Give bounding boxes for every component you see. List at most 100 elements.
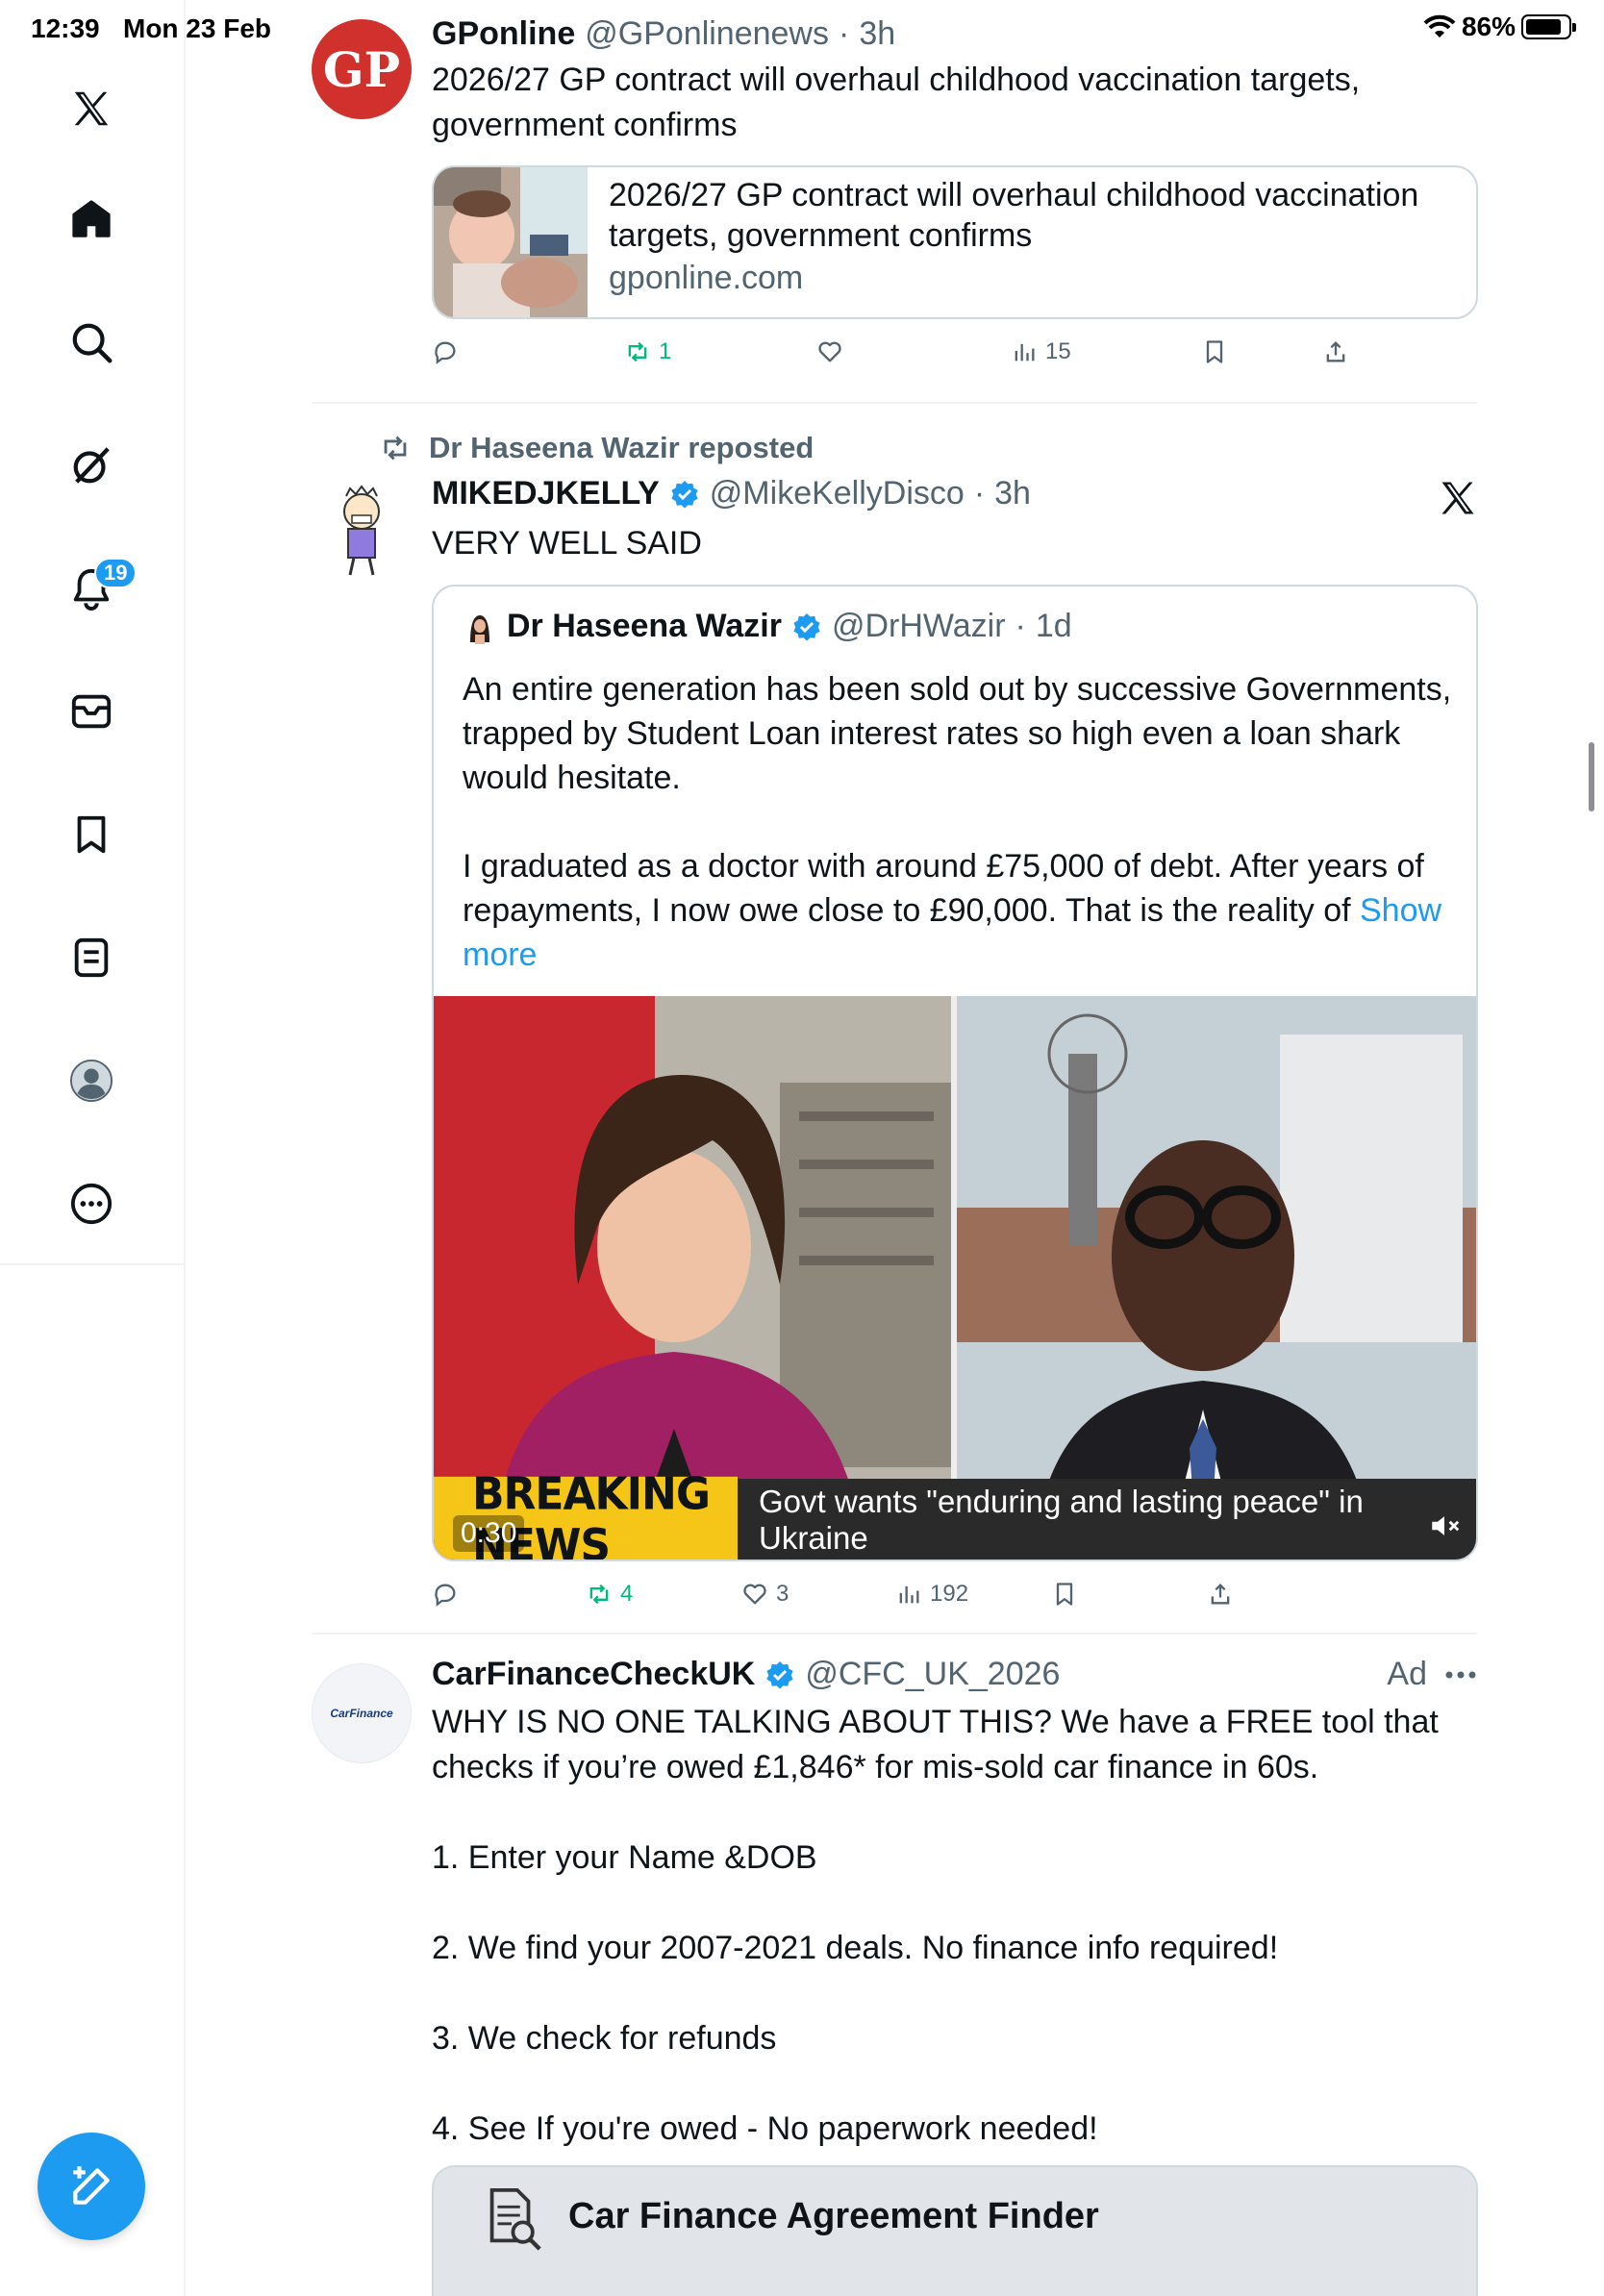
search-icon[interactable] [63, 314, 119, 370]
post-header: CarFinanceCheckUK @CFC_UK_2026 [432, 1656, 1060, 1693]
view-count: 15 [1045, 338, 1071, 364]
grok-icon[interactable] [63, 437, 119, 493]
avatar[interactable]: CarFinance [312, 1663, 412, 1763]
compose-icon [73, 2166, 110, 2205]
avatar-logo-text: CarFinance [330, 1707, 393, 1720]
heart-icon [818, 341, 841, 362]
document-search-icon [489, 2187, 541, 2251]
quote-time[interactable]: 1d [1036, 608, 1072, 645]
scrollbar[interactable] [1589, 742, 1594, 811]
repost-icon [384, 436, 407, 461]
views-button[interactable]: 192 [895, 1581, 968, 1608]
compose-button[interactable] [38, 2133, 145, 2240]
ad-card-title: Car Finance Agreement Finder [568, 2196, 1099, 2236]
author-name[interactable]: CarFinanceCheckUK [432, 1656, 755, 1693]
bookmark-icon [1056, 1583, 1073, 1606]
quote-author-handle[interactable]: @DrHWazir [832, 608, 1006, 645]
views-icon [1015, 343, 1035, 362]
post-header: MIKEDJKELLY @MikeKellyDisco · 3h [432, 475, 1031, 512]
repost-icon [589, 1584, 609, 1605]
sidebar-divider [0, 1263, 186, 1265]
more-icon[interactable] [63, 1176, 119, 1232]
video-player[interactable]: BREAKING NEWS Govt wants "enduring and l… [434, 996, 1476, 1560]
post-divider [312, 402, 1477, 404]
author-handle[interactable]: @CFC_UK_2026 [805, 1656, 1060, 1693]
share-icon [1326, 341, 1345, 362]
lists-icon[interactable] [63, 930, 119, 986]
link-card-domain: gponline.com [609, 260, 804, 296]
quote-body: An entire generation has been sold out b… [463, 671, 1452, 929]
mute-icon[interactable] [1428, 1510, 1461, 1542]
view-count: 192 [930, 1581, 969, 1607]
quote-tweet[interactable]: Dr Haseena Wazir @DrHWazir · 1d An entir… [432, 585, 1478, 1561]
bookmark-button[interactable] [1201, 338, 1228, 365]
verified-badge-icon [793, 612, 820, 641]
like-button[interactable]: 3 [741, 1581, 789, 1608]
heart-icon [743, 1584, 766, 1605]
post-ad-carfinance[interactable]: CarFinance CarFinanceCheckUK @CFC_UK_202… [312, 1656, 1478, 2296]
reposted-by[interactable]: Dr Haseena Wazir reposted [429, 431, 814, 465]
post-actions: 1 15 [432, 338, 1355, 377]
verified-badge-icon [671, 480, 698, 509]
dot-separator: · [839, 15, 850, 52]
post-actions: 4 3 192 [432, 1581, 1355, 1619]
dot-separator: · [973, 475, 986, 512]
ad-indicator: Ad [1387, 1656, 1477, 1693]
link-card[interactable]: 2026/27 GP contract will overhaul childh… [432, 165, 1478, 319]
avatar[interactable] [312, 479, 412, 579]
home-icon[interactable] [63, 191, 119, 247]
video-duration: 0:30 [453, 1515, 525, 1552]
share-icon [1211, 1584, 1230, 1605]
quote-text: An entire generation has been sold out b… [463, 667, 1453, 977]
quote-avatar[interactable] [463, 609, 497, 644]
post-text: WHY IS NO ONE TALKING ABOUT THIS? We hav… [432, 1704, 1439, 2147]
share-button[interactable] [1322, 338, 1349, 365]
post-text: 2026/27 GP contract will overhaul childh… [432, 62, 1361, 143]
like-button[interactable] [816, 338, 851, 365]
post-time[interactable]: 3h [859, 15, 895, 53]
messages-icon[interactable] [63, 684, 119, 739]
profile-icon[interactable] [63, 1053, 119, 1109]
repost-button[interactable]: 1 [624, 338, 671, 365]
views-button[interactable]: 15 [1011, 338, 1071, 365]
reply-icon [435, 1584, 456, 1607]
post-time[interactable]: 3h [994, 475, 1031, 512]
post-mikedjkelly[interactable]: Dr Haseena Wazir reposted MIKEDJKELLY @M… [312, 431, 1478, 1613]
battery-icon [1521, 14, 1576, 39]
repost-count: 4 [620, 1581, 634, 1607]
ad-card[interactable]: Car Finance Agreement Finder [432, 2165, 1478, 2296]
sidebar: 19 [0, 0, 186, 2296]
repost-button[interactable]: 4 [586, 1581, 633, 1608]
post-gponline[interactable]: GP GPonline @GPonlinenews · 3h 2026/27 G… [312, 15, 1478, 400]
repost-context: Dr Haseena Wazir reposted [379, 431, 814, 465]
x-logo-icon[interactable] [63, 81, 119, 137]
repost-count: 1 [659, 338, 672, 364]
author-handle[interactable]: @MikeKellyDisco [710, 475, 965, 512]
quote-header: Dr Haseena Wazir @DrHWazir · 1d [463, 608, 1072, 645]
author-name[interactable]: GPonline [432, 15, 575, 53]
author-name[interactable]: MIKEDJKELLY [432, 475, 660, 512]
reply-button[interactable] [432, 1581, 466, 1608]
x-logo-icon [1441, 482, 1474, 514]
dot-separator: · [1015, 608, 1026, 644]
bookmark-icon [1206, 340, 1223, 363]
reply-icon [435, 341, 456, 364]
post-divider [312, 1633, 1477, 1635]
more-options-icon[interactable] [1444, 1670, 1477, 1680]
avatar[interactable]: GP [312, 19, 412, 119]
post-text: VERY WELL SAID [432, 525, 702, 562]
views-icon [899, 1585, 919, 1604]
ticker-text: Govt wants "enduring and lasting peace" … [738, 1479, 1476, 1560]
share-button[interactable] [1207, 1581, 1234, 1608]
bookmarks-icon[interactable] [63, 807, 119, 862]
reply-button[interactable] [432, 338, 466, 365]
like-count: 3 [776, 1581, 789, 1607]
verified-badge-icon [766, 1660, 793, 1689]
quote-author-name[interactable]: Dr Haseena Wazir [507, 608, 782, 645]
repost-icon [628, 341, 647, 362]
notification-badge: 19 [94, 558, 138, 588]
ad-label: Ad [1387, 1656, 1427, 1692]
post-header: GPonline @GPonlinenews · 3h [432, 15, 895, 53]
author-handle[interactable]: @GPonlinenews [585, 15, 829, 53]
bookmark-button[interactable] [1051, 1581, 1078, 1608]
